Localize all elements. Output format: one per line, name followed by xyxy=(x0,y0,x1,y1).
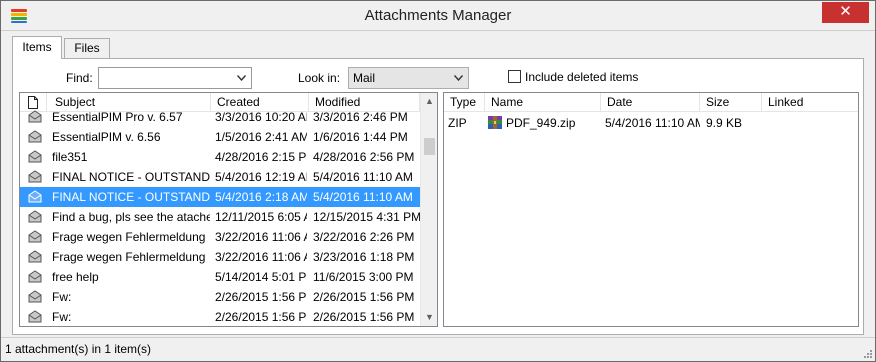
column-header-size[interactable]: Size xyxy=(700,93,762,112)
item-created: 1/5/2016 2:41 AM xyxy=(215,130,307,144)
attachment-row[interactable]: ZIP PDF_949.zip 5/4/2016 11:10 AM 9.9 KB xyxy=(444,113,858,133)
item-created: 4/28/2016 2:15 PM xyxy=(215,150,307,164)
item-row[interactable]: Fw: 2/26/2015 1:56 PM 2/26/2015 1:56 PM xyxy=(20,307,420,326)
items-tab-panel: Find: Look in: Mail Include deleted item… xyxy=(12,58,864,335)
status-bar: 1 attachment(s) in 1 item(s) xyxy=(1,337,875,361)
look-in-value: Mail xyxy=(353,71,376,85)
column-header-type[interactable]: Type xyxy=(444,93,485,112)
items-list[interactable]: Subject Created Modified EssentialPIM Pr… xyxy=(19,92,438,327)
item-row[interactable]: Fw: 2/26/2015 1:56 PM 2/26/2015 1:56 PM xyxy=(20,287,420,307)
item-subject: free help xyxy=(52,270,99,284)
include-deleted-label[interactable]: Include deleted items xyxy=(525,70,638,84)
scroll-thumb[interactable] xyxy=(424,138,435,155)
item-created: 5/14/2014 5:01 PM xyxy=(215,270,307,284)
item-modified: 2/26/2015 1:56 PM xyxy=(313,310,415,324)
item-row[interactable]: Find a bug, pls see the atached 12/11/201… xyxy=(20,207,420,227)
mail-envelope-icon xyxy=(28,230,42,243)
item-created: 2/26/2015 1:56 PM xyxy=(215,310,307,324)
item-subject: EssentialPIM v. 6.56 xyxy=(52,130,161,144)
scroll-down-arrow-icon[interactable]: ▼ xyxy=(421,309,437,326)
window-title: Attachments Manager xyxy=(364,7,512,24)
tab-items[interactable]: Items xyxy=(12,36,62,59)
item-modified: 3/22/2016 2:26 PM xyxy=(313,230,415,244)
mail-envelope-icon xyxy=(28,150,42,163)
item-subject: Fw: xyxy=(52,310,72,324)
column-header-name[interactable]: Name xyxy=(485,93,601,112)
look-in-dropdown[interactable]: Mail xyxy=(348,67,469,89)
mail-envelope-icon xyxy=(28,210,42,223)
item-created: 5/4/2016 2:18 AM xyxy=(215,190,307,204)
item-modified: 3/23/2016 1:18 PM xyxy=(313,250,415,264)
item-row[interactable]: Frage wegen Fehlermeldung 3/22/2016 11:06… xyxy=(20,227,420,247)
item-modified: 5/4/2016 11:10 AM xyxy=(313,170,413,184)
status-text: 1 attachment(s) in 1 item(s) xyxy=(5,342,152,356)
item-created: 3/3/2016 10:20 AM xyxy=(215,110,307,124)
look-in-label: Look in: xyxy=(298,71,341,85)
item-row[interactable]: free help 5/14/2014 5:01 PM 11/6/2015 3:00… xyxy=(20,267,420,287)
chevron-down-icon xyxy=(237,75,246,81)
item-modified: 5/4/2016 11:10 AM xyxy=(313,190,413,204)
attachment-size: 9.9 KB xyxy=(706,116,743,130)
mail-envelope-icon xyxy=(28,250,42,263)
attachment-name: PDF_949.zip xyxy=(506,116,576,130)
item-subject: Find a bug, pls see the atached xyxy=(52,210,210,224)
close-button[interactable]: ✕ xyxy=(822,2,869,23)
mail-envelope-icon xyxy=(28,190,42,203)
mail-envelope-icon xyxy=(28,310,42,323)
item-modified: 4/28/2016 2:56 PM xyxy=(313,150,415,164)
title-bar[interactable]: Attachments Manager ✕ xyxy=(1,1,875,31)
item-modified: 11/6/2015 3:00 PM xyxy=(313,270,414,284)
mail-envelope-icon xyxy=(28,270,42,283)
item-created: 3/22/2016 11:06 AM xyxy=(215,250,307,264)
mail-envelope-icon xyxy=(28,110,42,123)
attachment-linked xyxy=(768,113,856,133)
attachments-list-header: Type Name Date Size Linked xyxy=(444,93,858,112)
item-subject: EssentialPIM Pro v. 6.57 xyxy=(52,110,183,124)
item-subject: Fw: xyxy=(52,290,72,304)
column-header-linked[interactable]: Linked xyxy=(762,93,858,112)
mail-envelope-icon xyxy=(28,170,42,183)
find-label: Find: xyxy=(66,71,93,85)
attachments-manager-window: Attachments Manager ✕ Items Files Find: … xyxy=(0,0,876,362)
zip-archive-icon xyxy=(488,116,502,129)
item-row[interactable]: EssentialPIM v. 6.56 1/5/2016 2:41 AM 1/6/… xyxy=(20,127,420,147)
scroll-up-arrow-icon[interactable]: ▲ xyxy=(421,93,437,110)
include-deleted-checkbox[interactable] xyxy=(508,70,521,83)
item-subject: Frage wegen Fehlermeldung xyxy=(52,230,206,244)
item-created: 3/22/2016 11:06 AM xyxy=(215,230,307,244)
mail-envelope-icon xyxy=(28,130,42,143)
item-subject: FINAL NOTICE - OUTSTANDIN xyxy=(52,170,210,184)
item-row[interactable]: file351 4/28/2016 2:15 PM 4/28/2016 2:56 P… xyxy=(20,147,420,167)
chevron-down-icon xyxy=(454,75,463,81)
item-created: 12/11/2015 6:05 AM xyxy=(215,210,307,224)
item-created: 2/26/2015 1:56 PM xyxy=(215,290,307,304)
item-row[interactable]: EssentialPIM Pro v. 6.57 3/3/2016 10:20 A… xyxy=(20,107,420,127)
find-combobox[interactable] xyxy=(98,67,252,89)
item-row[interactable]: FINAL NOTICE - OUTSTANDIN 5/4/2016 12:19 … xyxy=(20,167,420,187)
item-created: 5/4/2016 12:19 AM xyxy=(215,170,307,184)
item-modified: 2/26/2015 1:56 PM xyxy=(313,290,415,304)
items-list-scrollbar[interactable]: ▲ ▼ xyxy=(420,93,437,326)
item-subject: file351 xyxy=(52,150,88,164)
item-row[interactable]: FINAL NOTICE - OUTSTANDIN 5/4/2016 2:18 A… xyxy=(20,187,420,207)
item-modified: 3/3/2016 2:46 PM xyxy=(313,110,408,124)
item-subject: FINAL NOTICE - OUTSTANDIN xyxy=(52,190,210,204)
item-modified: 1/6/2016 1:44 PM xyxy=(313,130,408,144)
tab-files[interactable]: Files xyxy=(64,38,110,58)
item-modified: 12/15/2015 4:31 PM xyxy=(313,210,420,224)
resize-grip-icon[interactable] xyxy=(862,348,873,359)
item-row[interactable]: Frage wegen Fehlermeldung 3/22/2016 11:06… xyxy=(20,247,420,267)
attachment-date: 5/4/2016 11:10 AM xyxy=(605,116,700,130)
attachments-list[interactable]: Type Name Date Size Linked ZIP PDF_949.z… xyxy=(443,92,859,327)
attachment-type: ZIP xyxy=(448,116,467,130)
item-subject: Frage wegen Fehlermeldung xyxy=(52,250,206,264)
column-header-date[interactable]: Date xyxy=(601,93,700,112)
mail-envelope-icon xyxy=(28,290,42,303)
